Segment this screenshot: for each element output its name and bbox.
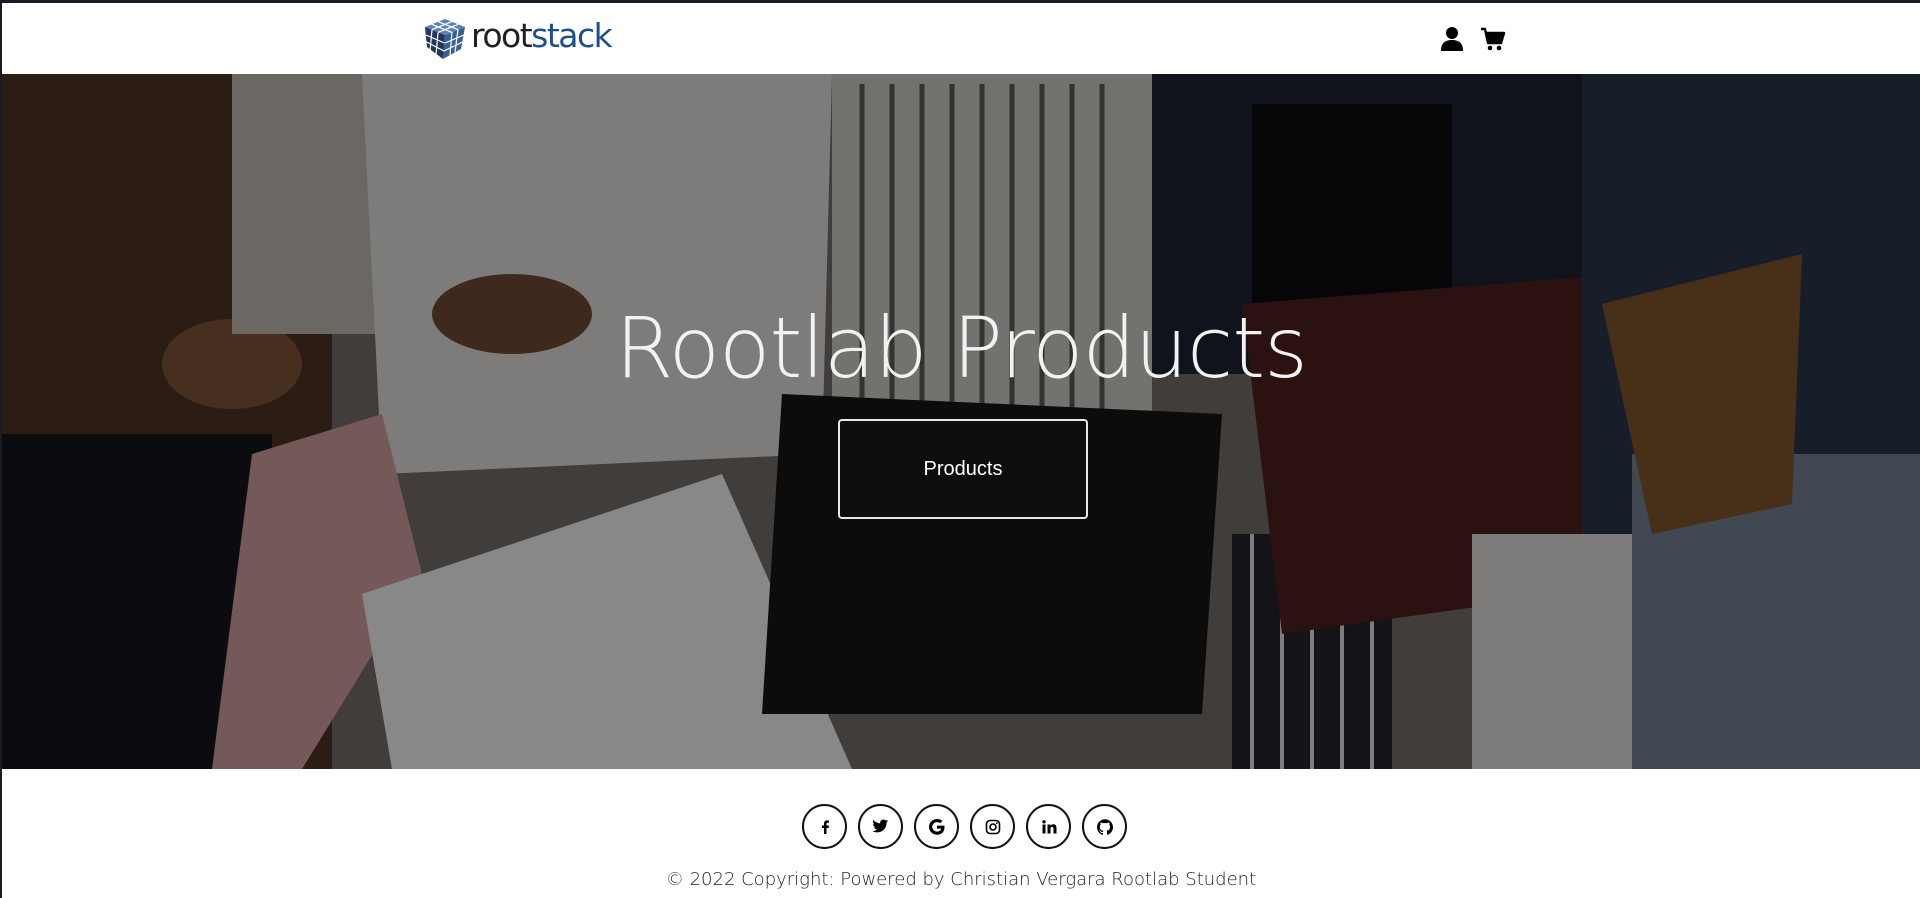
page: rootstack Rootlab Products Products © 20… xyxy=(0,0,1920,898)
linkedin-icon[interactable] xyxy=(1026,804,1071,849)
nav-icons xyxy=(1438,25,1507,53)
cube-logo-icon xyxy=(425,19,465,59)
footer: © 2022 Copyright: Powered by Christian V… xyxy=(2,769,1920,898)
copyright-text: © 2022 Copyright: Powered by Christian V… xyxy=(665,869,1257,890)
brand-wordmark: rootstack xyxy=(471,15,613,55)
instagram-icon[interactable] xyxy=(970,804,1015,849)
hero-title: Rootlab Products xyxy=(615,299,1308,397)
shopping-cart-icon[interactable] xyxy=(1479,25,1507,53)
twitter-icon[interactable] xyxy=(858,804,903,849)
brand-text-root: root xyxy=(471,15,533,55)
facebook-icon[interactable] xyxy=(802,804,847,849)
user-icon[interactable] xyxy=(1438,25,1466,53)
products-button[interactable]: Products xyxy=(838,419,1088,519)
github-icon[interactable] xyxy=(1082,804,1127,849)
brand-logo-link[interactable]: rootstack xyxy=(421,15,613,63)
navbar: rootstack xyxy=(2,3,1920,74)
hero-section: Rootlab Products Products xyxy=(2,74,1920,769)
brand-text-stack: stack xyxy=(531,15,613,55)
social-links xyxy=(802,804,1127,849)
google-icon[interactable] xyxy=(914,804,959,849)
